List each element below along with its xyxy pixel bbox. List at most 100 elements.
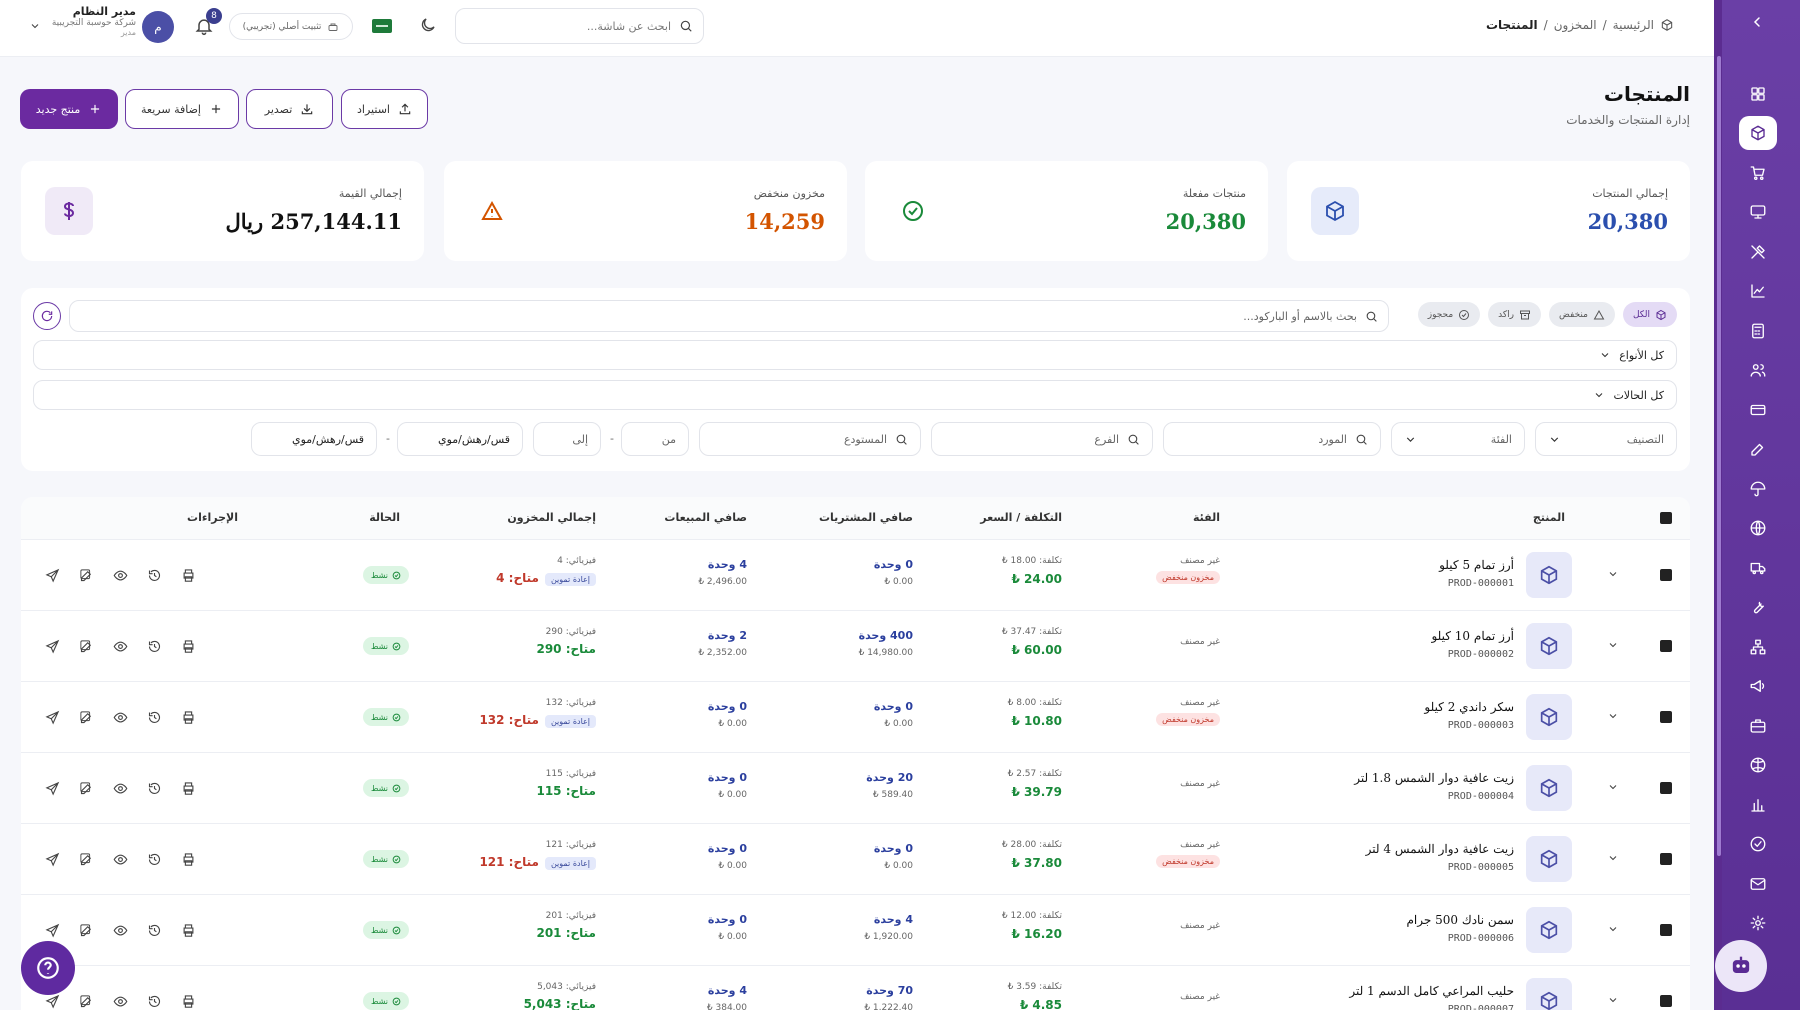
sidebar-item-mail[interactable] (1738, 864, 1778, 904)
view-button[interactable] (113, 568, 128, 586)
edit-button[interactable] (79, 781, 94, 799)
chip-low[interactable]: منخفض (1549, 302, 1615, 327)
help-button[interactable] (21, 941, 75, 995)
table-row[interactable]: سكر داندي 2 كيلو PROD-000003 غير مصنف مخزون… (21, 682, 1690, 753)
sidebar-item-tools[interactable] (1738, 232, 1778, 272)
sidebar-item-cube[interactable] (1738, 114, 1778, 154)
sidebar-item-check-circle[interactable] (1738, 825, 1778, 865)
edit-button[interactable] (79, 852, 94, 870)
row-checkbox[interactable] (1660, 782, 1672, 794)
view-button[interactable] (113, 923, 128, 941)
row-expand-button[interactable] (1607, 710, 1619, 725)
sidebar-item-users[interactable] (1738, 351, 1778, 391)
history-button[interactable] (147, 710, 162, 728)
header-cost-price[interactable]: التكلفة / السعر (980, 511, 1062, 524)
product-cell[interactable]: زيت عافية دوار الشمس 1.8 لتر PROD-000004 (1354, 771, 1514, 802)
table-row[interactable]: زيت عافية دوار الشمس 4 لتر PROD-000005 غير… (21, 824, 1690, 895)
edit-button[interactable] (79, 710, 94, 728)
product-cell[interactable]: حليب المراعي كامل الدسم 1 لتر PROD-000007 (1349, 984, 1514, 1010)
user-menu-chevron[interactable] (29, 20, 41, 35)
new-product-button[interactable]: منتج جديد (20, 89, 118, 129)
language-flag-icon[interactable] (372, 19, 392, 33)
status-select[interactable]: كل الحالات (33, 380, 1677, 410)
table-row[interactable]: حليب المراعي كامل الدسم 1 لتر PROD-000007… (21, 966, 1690, 1010)
print-button[interactable] (181, 639, 196, 657)
select-all-checkbox[interactable] (1660, 512, 1672, 524)
classification-select[interactable]: التصنيف (1535, 422, 1677, 456)
sidebar-item-sitemap[interactable] (1738, 627, 1778, 667)
send-button[interactable] (45, 568, 60, 586)
install-app-button[interactable]: تثبيت أصلي (تجريبي) (229, 13, 353, 40)
sidebar-item-megaphone[interactable] (1738, 667, 1778, 707)
range-to-input[interactable]: إلى (533, 422, 601, 456)
history-button[interactable] (147, 923, 162, 941)
product-cell[interactable]: أرز تمام 5 كيلو PROD-000001 (1439, 558, 1514, 589)
export-button[interactable]: تصدير (246, 89, 333, 129)
sidebar-item-chart[interactable] (1738, 272, 1778, 312)
assistant-bot-button[interactable] (1715, 940, 1767, 992)
sidebar-item-gear[interactable] (1738, 904, 1778, 944)
edit-button[interactable] (79, 994, 94, 1010)
print-button[interactable] (181, 852, 196, 870)
header-net-purchases[interactable]: صافي المشتريات (819, 511, 913, 524)
send-button[interactable] (45, 781, 60, 799)
view-button[interactable] (113, 852, 128, 870)
history-button[interactable] (147, 781, 162, 799)
row-checkbox[interactable] (1660, 995, 1672, 1007)
row-checkbox[interactable] (1660, 640, 1672, 652)
sidebar-item-umbrella[interactable] (1738, 469, 1778, 509)
history-button[interactable] (147, 639, 162, 657)
print-button[interactable] (181, 781, 196, 799)
row-expand-button[interactable] (1607, 568, 1619, 583)
table-row[interactable]: أرز تمام 5 كيلو PROD-000001 غير مصنف مخزون … (21, 540, 1690, 611)
print-button[interactable] (181, 923, 196, 941)
send-button[interactable] (45, 710, 60, 728)
unit-select-b[interactable]: قس/رهش/موي (251, 422, 377, 456)
table-row[interactable]: أرز تمام 10 كيلو PROD-000002 غير مصنف تكلفة… (21, 611, 1690, 682)
sidebar-item-dashboard[interactable] (1738, 74, 1778, 114)
product-cell[interactable]: أرز تمام 10 كيلو PROD-000002 (1431, 629, 1514, 660)
chip-stagnant[interactable]: راكد (1488, 302, 1542, 327)
warehouse-search[interactable]: المستودع (699, 422, 921, 456)
sidebar-item-monitor[interactable] (1738, 193, 1778, 233)
row-expand-button[interactable] (1607, 994, 1619, 1009)
screen-search-input[interactable]: ابحث عن شاشة... (455, 8, 704, 44)
edit-button[interactable] (79, 639, 94, 657)
header-category[interactable]: الفئة (1193, 511, 1220, 524)
breadcrumb-home[interactable]: الرئيسية (1613, 18, 1654, 32)
header-net-sales[interactable]: صافي المبيعات (664, 511, 747, 524)
category-select[interactable]: الفئة (1391, 422, 1525, 456)
avatar[interactable]: م (142, 11, 174, 43)
table-row[interactable]: زيت عافية دوار الشمس 1.8 لتر PROD-000004 غ… (21, 753, 1690, 824)
row-expand-button[interactable] (1607, 923, 1619, 938)
sidebar-item-briefcase[interactable] (1738, 706, 1778, 746)
sidebar-item-globe[interactable] (1738, 509, 1778, 549)
row-expand-button[interactable] (1607, 781, 1619, 796)
print-button[interactable] (181, 994, 196, 1010)
print-button[interactable] (181, 710, 196, 728)
send-button[interactable] (45, 923, 60, 941)
range-from-input[interactable]: من (621, 422, 689, 456)
sidebar-collapse-button[interactable] (1746, 14, 1768, 36)
send-button[interactable] (45, 639, 60, 657)
sidebar-item-bar-chart[interactable] (1738, 785, 1778, 825)
view-button[interactable] (113, 781, 128, 799)
print-button[interactable] (181, 568, 196, 586)
row-expand-button[interactable] (1607, 852, 1619, 867)
sidebar-scrollbar[interactable] (1717, 56, 1721, 856)
product-cell[interactable]: سمن نادك 500 جرام PROD-000006 (1406, 913, 1514, 944)
row-checkbox[interactable] (1660, 853, 1672, 865)
sidebar-item-card[interactable] (1738, 390, 1778, 430)
chip-all[interactable]: الكل (1622, 302, 1677, 327)
import-button[interactable]: استيراد (341, 89, 428, 129)
reorder-badge[interactable]: إعادة تموين (544, 715, 596, 728)
row-checkbox[interactable] (1660, 711, 1672, 723)
sidebar-item-edit[interactable] (1738, 430, 1778, 470)
sidebar-item-truck[interactable] (1738, 548, 1778, 588)
view-button[interactable] (113, 639, 128, 657)
reorder-badge[interactable]: إعادة تموين (544, 857, 596, 870)
view-button[interactable] (113, 994, 128, 1010)
reorder-badge[interactable]: إعادة تموين (544, 573, 596, 586)
send-button[interactable] (45, 852, 60, 870)
quick-add-button[interactable]: إضافة سريعة (125, 89, 239, 129)
